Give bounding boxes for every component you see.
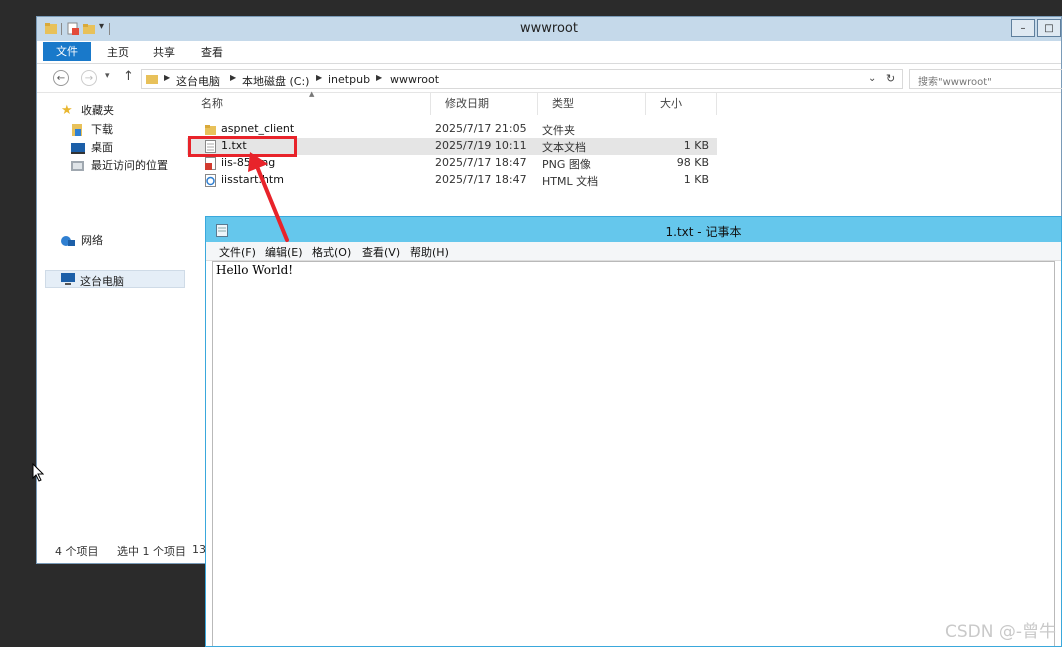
folder-icon	[146, 75, 158, 84]
sidebar-item-label: 桌面	[91, 141, 113, 154]
search-box[interactable]: 搜索"wwwroot"	[909, 69, 1062, 89]
sidebar-item-label: 收藏夹	[81, 104, 114, 117]
file-date: 2025/7/17 18:47	[435, 156, 527, 169]
sidebar-item-label: 这台电脑	[80, 275, 124, 288]
search-placeholder: 搜索"wwwroot"	[918, 77, 992, 88]
maximize-button[interactable]: □	[1037, 19, 1061, 37]
file-type: HTML 文档	[542, 175, 599, 188]
file-type: 文本文档	[542, 141, 586, 154]
status-bar: 4 个项目 选中 1 个项目 13	[37, 537, 207, 561]
chevron-right-icon[interactable]: ▶	[376, 73, 382, 82]
sidebar-item-label: 网络	[81, 234, 103, 247]
chevron-right-icon[interactable]: ▶	[164, 73, 170, 82]
sidebar-item-downloads[interactable]: 下载	[71, 122, 113, 138]
tab-home[interactable]: 主页	[107, 44, 129, 62]
file-type: PNG 图像	[542, 158, 591, 171]
notepad-title: 1.txt - 记事本	[665, 225, 742, 239]
refresh-icon[interactable]: ↻	[886, 72, 895, 85]
sidebar-item-network[interactable]: 网络	[61, 233, 103, 249]
menu-format[interactable]: 格式(O)	[312, 244, 351, 260]
folder-icon	[205, 125, 216, 135]
notepad-text-area[interactable]: Hello World!	[212, 261, 1055, 646]
navigation-pane: ★ 收藏夹 下载 桌面 最近访问的位置 这台电脑 网络	[37, 93, 185, 533]
sidebar-item-this-pc[interactable]: 这台电脑	[45, 270, 185, 288]
file-date: 2025/7/19 10:11	[435, 139, 527, 152]
breadcrumb-wwwroot[interactable]: wwwroot	[390, 73, 439, 86]
window-buttons: – □	[1009, 19, 1061, 37]
file-date: 2025/7/17 21:05	[435, 122, 527, 135]
notepad-content: Hello World!	[216, 263, 294, 277]
recent-places-icon	[71, 161, 84, 171]
menu-edit[interactable]: 编辑(E)	[265, 244, 303, 260]
recent-locations-icon[interactable]: ▾	[105, 71, 110, 81]
selected-size: 13	[192, 543, 206, 556]
file-type: 文件夹	[542, 124, 575, 137]
annotation-arrow-icon	[248, 152, 289, 242]
minimize-button[interactable]: –	[1011, 19, 1035, 37]
sidebar-item-favorites[interactable]: ★ 收藏夹	[61, 103, 114, 119]
tab-share[interactable]: 共享	[153, 44, 175, 62]
file-name: aspnet_client	[221, 122, 295, 135]
chevron-right-icon[interactable]: ▶	[316, 73, 322, 82]
explorer-title-bar[interactable]: ▾ wwwroot – □	[37, 17, 1061, 41]
menu-help[interactable]: 帮助(H)	[410, 244, 449, 260]
download-icon	[72, 124, 82, 136]
breadcrumb-local-disk[interactable]: 本地磁盘 (C:)	[242, 73, 309, 89]
explorer-title: wwwroot	[520, 21, 578, 36]
column-size[interactable]: 大小	[646, 93, 717, 115]
sidebar-item-label: 下载	[91, 123, 113, 136]
breadcrumb-inetpub[interactable]: inetpub	[328, 73, 370, 86]
column-date[interactable]: 修改日期	[431, 93, 538, 115]
ribbon: 文件 主页 共享 查看	[37, 41, 1061, 64]
notepad-window: 1.txt - 记事本 文件(F) 编辑(E) 格式(O) 查看(V) 帮助(H…	[205, 216, 1062, 647]
selected-count: 选中 1 个项目	[117, 545, 186, 558]
menu-view[interactable]: 查看(V)	[362, 244, 400, 260]
back-button[interactable]: ←	[53, 70, 69, 86]
up-arrow-icon[interactable]: ↑	[123, 69, 134, 84]
html-file-icon	[205, 174, 216, 187]
tab-view[interactable]: 查看	[201, 44, 223, 62]
notepad-menu-bar: 文件(F) 编辑(E) 格式(O) 查看(V) 帮助(H)	[206, 242, 1061, 261]
file-list-header: 名称 ▲ 修改日期 类型 大小	[187, 90, 717, 115]
network-icon	[61, 236, 75, 246]
item-count: 4 个项目	[55, 545, 99, 558]
sort-ascending-icon: ▲	[309, 90, 315, 98]
address-bar[interactable]: ▶ 这台电脑 ▶ 本地磁盘 (C:) ▶ inetpub ▶ wwwroot ⌄…	[141, 69, 903, 89]
sidebar-item-label: 最近访问的位置	[91, 159, 168, 172]
chevron-right-icon[interactable]: ▶	[230, 73, 236, 82]
column-type[interactable]: 类型	[538, 93, 646, 115]
mouse-cursor-icon	[32, 463, 44, 482]
computer-icon	[61, 273, 75, 285]
star-icon: ★	[61, 103, 73, 118]
file-date: 2025/7/17 18:47	[435, 173, 527, 186]
breadcrumb-this-pc[interactable]: 这台电脑	[176, 73, 220, 89]
file-size: 1 KB	[683, 139, 709, 152]
watermark: CSDN @-曾牛	[944, 622, 1056, 642]
sidebar-item-recent[interactable]: 最近访问的位置	[71, 158, 168, 174]
menu-file[interactable]: 文件(F)	[219, 244, 256, 260]
notepad-title-bar[interactable]: 1.txt - 记事本	[206, 217, 1061, 242]
file-size: 98 KB	[676, 156, 709, 169]
forward-button[interactable]: →	[81, 70, 97, 86]
address-history-dropdown-icon[interactable]: ⌄	[868, 73, 876, 84]
sidebar-item-desktop[interactable]: 桌面	[71, 140, 113, 156]
image-file-icon	[205, 157, 216, 170]
desktop-icon	[71, 143, 85, 154]
file-size: 1 KB	[683, 173, 709, 186]
address-row: ← → ▾ ↑ ▶ 这台电脑 ▶ 本地磁盘 (C:) ▶ inetpub ▶ w…	[37, 64, 1062, 93]
tab-file[interactable]: 文件	[43, 42, 91, 61]
